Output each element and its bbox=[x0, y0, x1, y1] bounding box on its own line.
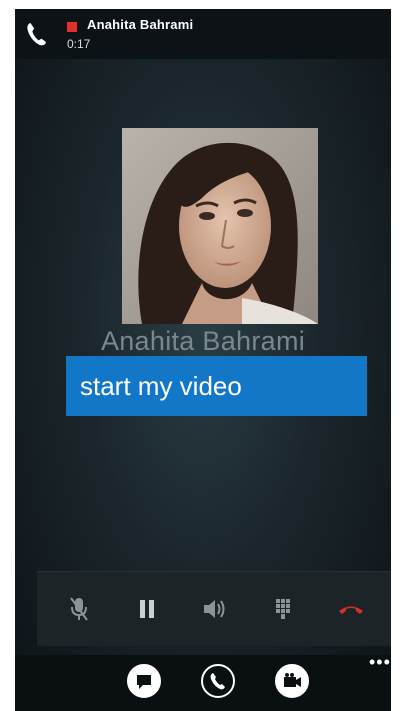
more-menu-button[interactable]: ••• bbox=[369, 653, 391, 671]
app-bar bbox=[15, 655, 391, 711]
chat-icon[interactable] bbox=[127, 664, 161, 698]
contact-photo bbox=[122, 128, 318, 324]
contact-name: Anahita Bahrami bbox=[100, 326, 306, 356]
start-video-button[interactable]: start my video bbox=[66, 356, 367, 416]
pause-icon[interactable] bbox=[128, 590, 166, 628]
recording-indicator bbox=[67, 22, 77, 32]
phone-handset-icon bbox=[27, 23, 47, 46]
status-bar: Anahita Bahrami 0:17 bbox=[15, 9, 391, 59]
phone-icon[interactable] bbox=[201, 664, 235, 698]
status-caller-name: Anahita Bahrami bbox=[87, 17, 194, 32]
call-timer: 0:17 bbox=[67, 37, 91, 51]
video-icon[interactable] bbox=[275, 664, 309, 698]
keypad-icon[interactable] bbox=[264, 590, 302, 628]
end-call-icon[interactable] bbox=[332, 590, 370, 628]
speaker-icon[interactable] bbox=[196, 590, 234, 628]
call-screen: Anahita Bahrami 0:17 Anahita Bahrami sta… bbox=[15, 9, 391, 711]
call-controls bbox=[37, 571, 391, 646]
mute-icon[interactable] bbox=[60, 590, 98, 628]
